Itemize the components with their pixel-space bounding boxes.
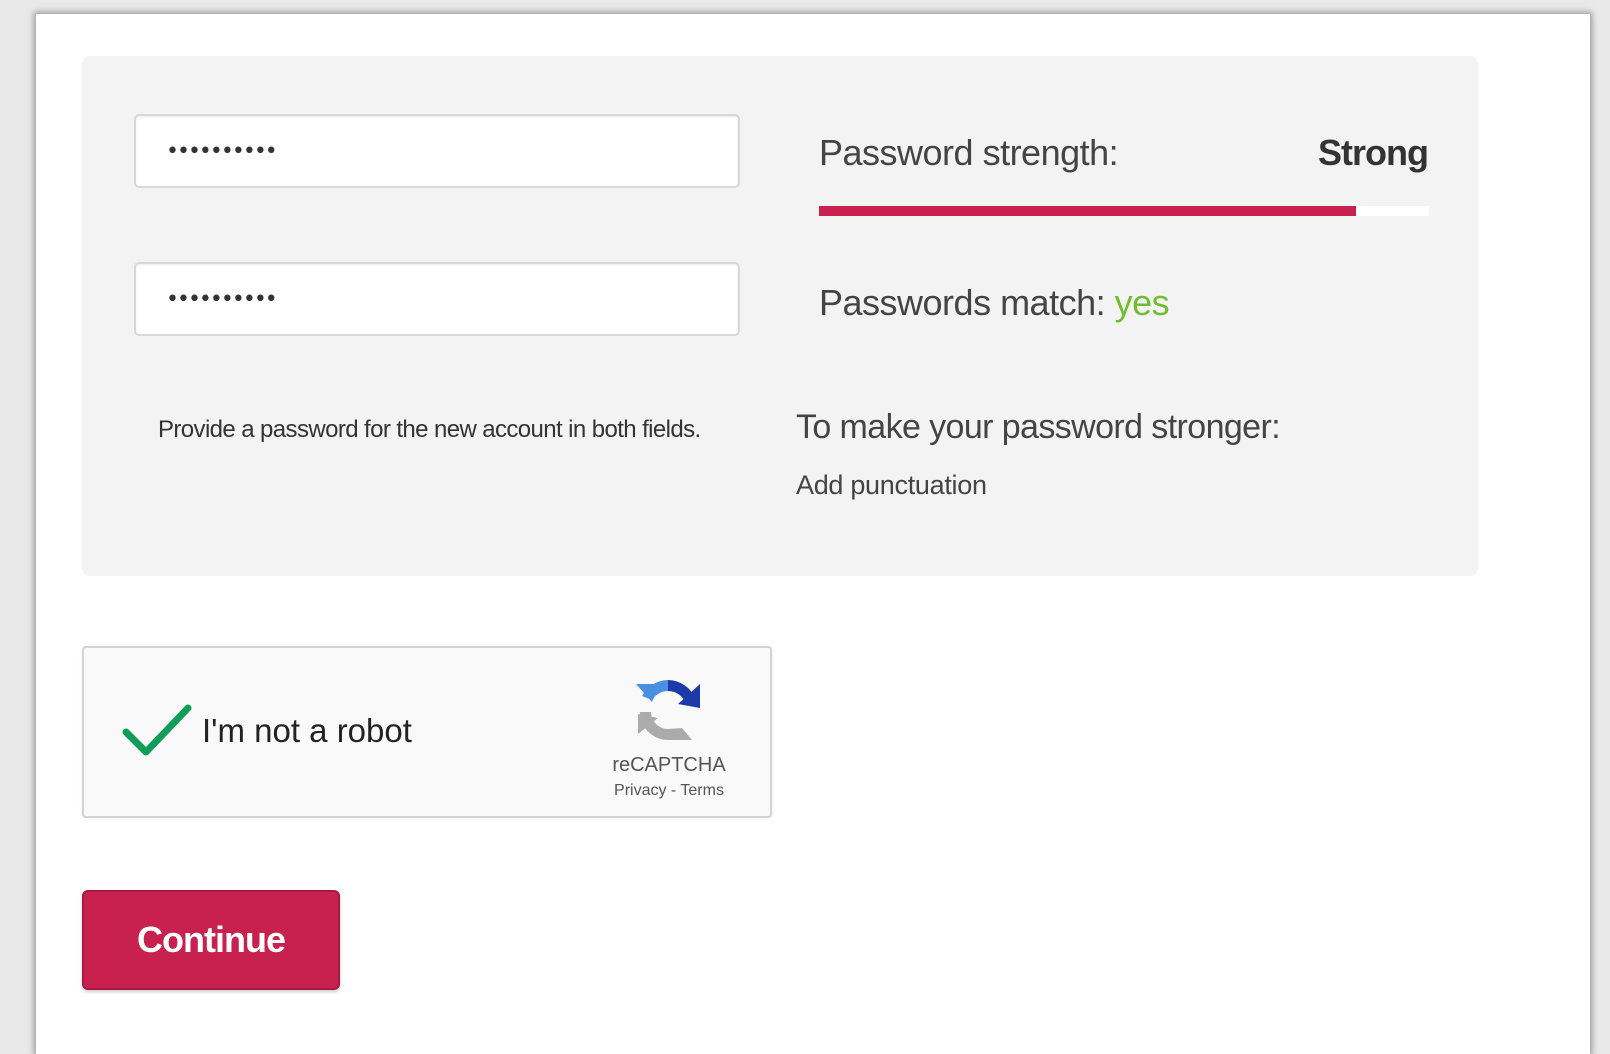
- password-input[interactable]: [134, 114, 740, 188]
- passwords-match-label: Passwords match:: [819, 282, 1106, 323]
- password-panel: Password strength: Strong Passwords matc…: [82, 56, 1478, 576]
- password-tips-title: To make your password stronger:: [796, 408, 1281, 446]
- passwords-match-value: yes: [1114, 282, 1170, 323]
- page-frame: Password strength: Strong Passwords matc…: [36, 14, 1590, 1054]
- password-strength-label: Password strength:: [819, 132, 1119, 173]
- recaptcha-label: I'm not a robot: [202, 712, 412, 749]
- checkmark-icon[interactable]: [122, 702, 192, 758]
- recaptcha-links: Privacy - Terms: [584, 782, 754, 800]
- recaptcha-widget: I'm not a robot reCAPTCHA Privacy - Term…: [82, 646, 772, 818]
- continue-button[interactable]: Continue: [82, 890, 340, 990]
- recaptcha-brand: reCAPTCHA: [612, 754, 726, 776]
- password-strength-value: Strong: [1318, 132, 1429, 173]
- passwords-match-status: Passwords match: yes: [819, 282, 1170, 324]
- confirm-password-input[interactable]: [134, 262, 740, 336]
- password-strength-meter: [819, 206, 1429, 216]
- password-help-text: Provide a password for the new account i…: [158, 416, 701, 443]
- recaptcha-logo-icon: [636, 680, 700, 740]
- recaptcha-privacy-link[interactable]: Privacy: [614, 782, 666, 799]
- password-tip-item: Add punctuation: [796, 470, 987, 500]
- recaptcha-terms-link[interactable]: Terms: [680, 782, 724, 799]
- recaptcha-links-separator: -: [670, 782, 677, 799]
- password-strength-fill: [819, 206, 1356, 216]
